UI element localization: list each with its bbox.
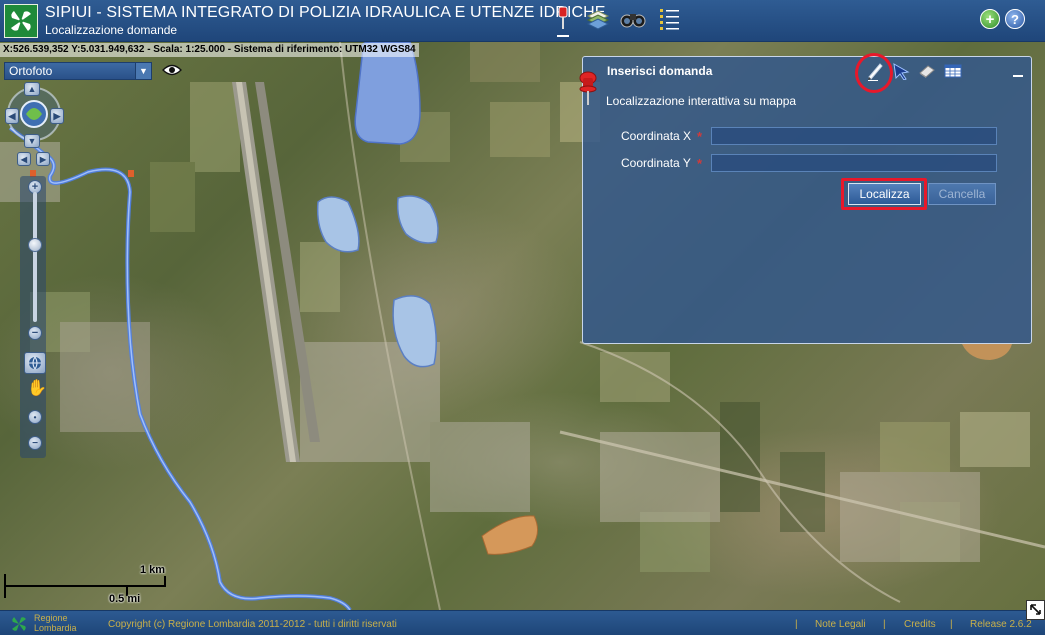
- expand-icon[interactable]: [1026, 600, 1045, 620]
- pan-down-button[interactable]: ▼: [24, 134, 40, 148]
- dialog-title: Inserisci domanda: [607, 64, 713, 78]
- localize-button[interactable]: Localizza: [848, 183, 921, 205]
- coord-x-input[interactable]: [711, 127, 997, 145]
- app-title: SIPIUI - SISTEMA INTEGRATO DI POLIZIA ID…: [45, 4, 606, 21]
- scale-km-label: 1 km: [140, 564, 166, 576]
- eye-icon[interactable]: [162, 63, 182, 77]
- pushpin-icon: [577, 71, 599, 107]
- footer-separator: |: [795, 619, 798, 630]
- scale-bar: [4, 574, 168, 598]
- zoom-out-button[interactable]: −: [28, 326, 42, 340]
- required-icon: *: [697, 156, 703, 171]
- hand-pan-icon[interactable]: ✋: [27, 380, 47, 398]
- credits-link[interactable]: Credits: [904, 619, 936, 630]
- insert-request-dialog: Inserisci domanda Localizzazione interat…: [579, 53, 1032, 344]
- pointer-icon[interactable]: [891, 61, 911, 81]
- footer-region-line1: Regione: [34, 613, 68, 623]
- coord-y-label: Coordinata Y: [621, 156, 691, 170]
- app-subtitle: Localizzazione domande: [45, 23, 178, 37]
- regione-logo: [4, 4, 38, 38]
- globe-icon[interactable]: [24, 352, 46, 374]
- coordinate-readout: X:526.539,352 Y:5.031.949,632 - Scala: 1…: [0, 43, 419, 57]
- regione-logo-small: [8, 614, 30, 634]
- basemap-select[interactable]: Ortofoto ▼: [4, 62, 152, 80]
- pan-right-button[interactable]: ▶: [50, 108, 64, 124]
- table-icon[interactable]: [943, 61, 963, 81]
- layers-tool-icon[interactable]: [585, 4, 611, 34]
- basemap-select-value: Ortofoto: [9, 64, 53, 78]
- coord-x-label: Coordinata X: [621, 129, 692, 143]
- zoom-box-in-button[interactable]: •: [28, 410, 42, 424]
- binoculars-tool-icon[interactable]: [620, 4, 646, 34]
- legal-notes-link[interactable]: Note Legali: [815, 619, 866, 630]
- footer-copyright: Copyright (c) Regione Lombardia 2011-201…: [108, 619, 397, 630]
- coord-y-input[interactable]: [711, 154, 997, 172]
- pin-tool-icon[interactable]: [550, 4, 576, 37]
- minimize-icon[interactable]: [1013, 67, 1023, 77]
- zoom-slider-thumb[interactable]: [28, 238, 42, 252]
- footer-separator: |: [950, 619, 953, 630]
- eraser-icon[interactable]: [917, 61, 937, 81]
- scale-mi-label: 0.5 mi: [109, 593, 141, 605]
- cancel-button[interactable]: Cancella: [928, 183, 996, 205]
- footer-region-line2: Lombardia: [34, 623, 77, 633]
- footer-separator: |: [883, 619, 886, 630]
- required-icon: *: [697, 129, 703, 144]
- zoom-box-out-button[interactable]: −: [28, 436, 42, 450]
- zoom-slider-track[interactable]: [33, 192, 37, 322]
- dialog-subtitle: Localizzazione interattiva su mappa: [606, 94, 797, 108]
- pan-up-button[interactable]: ▲: [24, 82, 40, 96]
- footer-region-name: Regione Lombardia: [34, 613, 77, 633]
- app-footer: Regione Lombardia Copyright (c) Regione …: [0, 610, 1045, 635]
- pencil-icon[interactable]: [865, 61, 885, 81]
- chevron-down-icon: ▼: [135, 63, 151, 79]
- rotate-left-button[interactable]: ◀: [17, 152, 31, 166]
- app-header: SIPIUI - SISTEMA INTEGRATO DI POLIZIA ID…: [0, 0, 1045, 42]
- add-icon[interactable]: +: [980, 9, 1000, 29]
- list-tool-icon[interactable]: [657, 4, 683, 34]
- release-label: Release 2.6.2: [970, 619, 1032, 630]
- rotate-right-button[interactable]: ▶: [36, 152, 50, 166]
- help-icon[interactable]: ?: [1005, 9, 1025, 29]
- pan-left-button[interactable]: ◀: [5, 108, 19, 124]
